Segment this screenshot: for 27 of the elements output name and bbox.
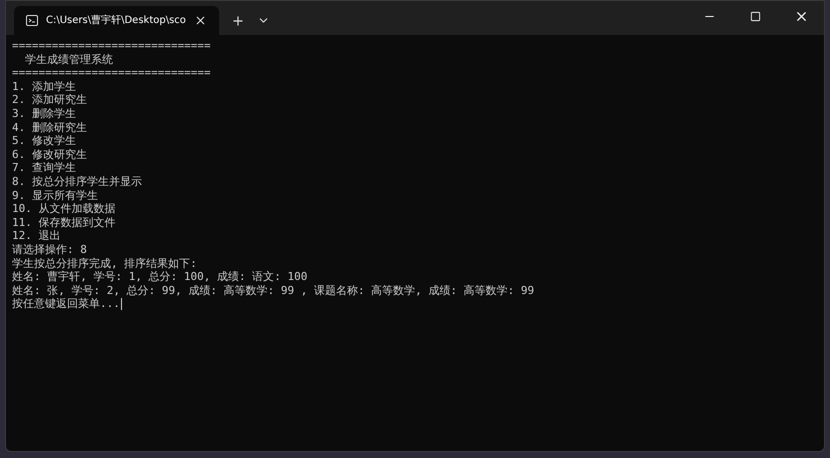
console-line: 8. 按总分排序学生并显示 [12, 174, 142, 189]
console-line: 10. 从文件加载数据 [12, 202, 116, 216]
close-tab-icon[interactable] [194, 14, 207, 27]
console-line: 12. 退出 [12, 229, 60, 243]
console-line: 姓名: 张, 学号: 2, 总分: 99, 成绩: 高等数学: 99 , 课题名称: 高等数学, 成绩: 高等数学: 99 [12, 284, 534, 298]
tab-title: C:\Users\曹宇轩\Desktop\sco [46, 14, 186, 28]
console-line: 11. 保存数据到文件 [12, 216, 116, 230]
console-line: 3. 删除学生 [12, 106, 76, 121]
console-line: ============================== [12, 66, 211, 80]
console-line: 1. 添加学生 [12, 80, 76, 94]
cursor-icon [120, 298, 122, 310]
console-line: 5. 修改学生 [12, 134, 76, 148]
console-line: 4. 删除研究生 [12, 120, 87, 134]
terminal-tab[interactable]: C:\Users\曹宇轩\Desktop\sco [14, 6, 219, 35]
console-line: 姓名: 曹宇轩, 学号: 1, 总分: 100, 成绩: 语文: 100 [12, 270, 308, 284]
terminal-icon [26, 15, 38, 26]
console-line: 学生按总分排序完成, 排序结果如下: [12, 256, 197, 270]
maximize-icon[interactable] [750, 10, 760, 22]
new-tab-icon[interactable] [230, 14, 245, 28]
console-line: 按任意键返回菜单... [12, 297, 120, 311]
console-line: 学生成绩管理系统 [24, 52, 114, 66]
console-line: 2. 添加研究生 [12, 93, 87, 107]
console-line: 6. 修改研究生 [12, 148, 87, 162]
console-line: 9. 显示所有学生 [12, 188, 98, 202]
console-line: ============================== [12, 39, 211, 53]
console-line: 请选择操作: 8 [12, 242, 87, 256]
console-line: 7. 查询学生 [12, 161, 76, 175]
